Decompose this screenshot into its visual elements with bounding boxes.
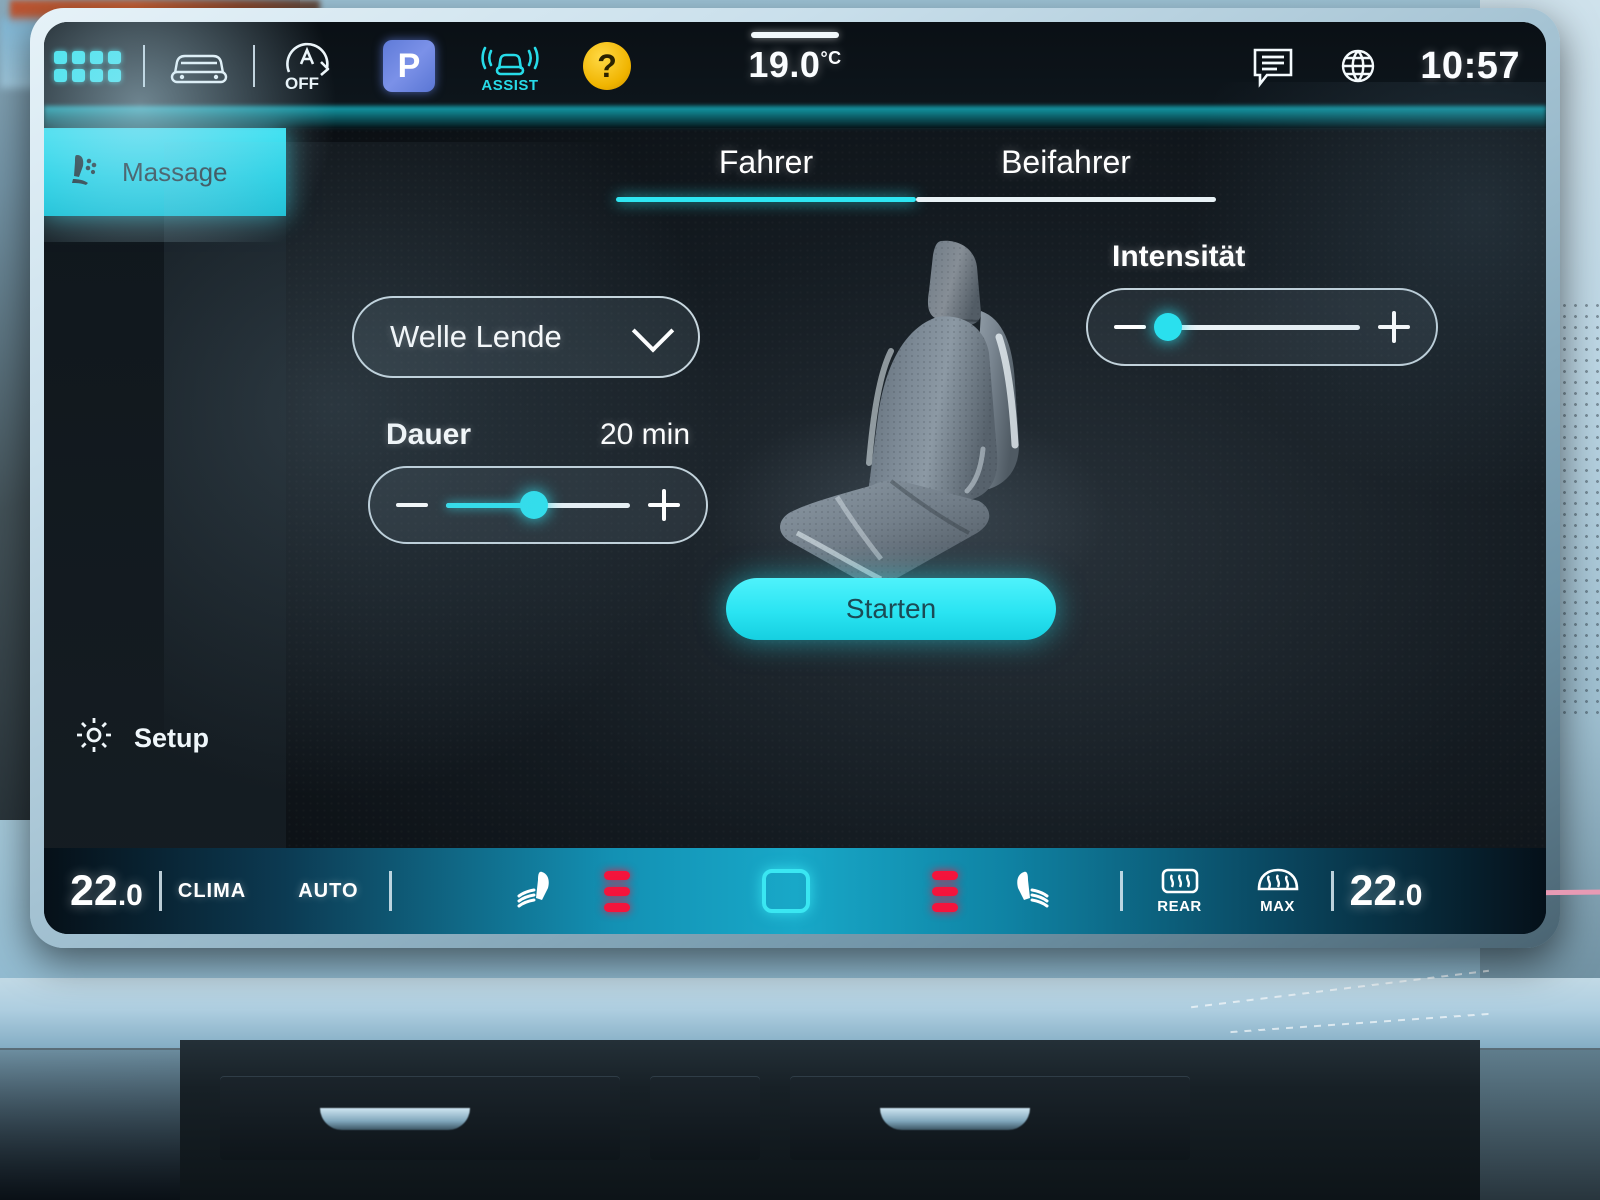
driver-seat-heat-level[interactable] — [603, 870, 630, 912]
sidebar-item-massage[interactable]: Massage — [44, 128, 286, 216]
intensity-slider-group: Intensität — [1086, 240, 1438, 366]
intensity-thumb[interactable] — [1153, 313, 1182, 341]
massage-settings-panel: Fahrer Beifahrer Welle Lende Dauer 20 mi… — [286, 128, 1546, 848]
minus-icon[interactable] — [396, 503, 428, 507]
massage-program-value: Welle Lende — [390, 319, 562, 354]
massage-program-dropdown[interactable]: Welle Lende — [352, 296, 700, 378]
vent-slot — [650, 1076, 760, 1160]
infotainment-screen-bezel: OFF P ASSIST ? 19.0°C 10:57 Massage Setu… — [30, 8, 1560, 948]
stitching — [1230, 1012, 1490, 1034]
start-button[interactable]: Starten — [726, 578, 1056, 640]
plus-icon[interactable] — [648, 489, 680, 521]
intensity-slider[interactable] — [1086, 288, 1438, 366]
tab-fahrer[interactable]: Fahrer — [616, 144, 916, 197]
driver-seat-3d-render — [711, 233, 1111, 623]
vent-chrome-trim — [320, 1108, 470, 1130]
passenger-temperature[interactable]: 22.0 — [1350, 867, 1423, 916]
glass-reflection-strip — [44, 106, 1546, 128]
seat-selector-tabs: Fahrer Beifahrer — [286, 144, 1546, 202]
sidebar: Massage Setup — [44, 128, 286, 848]
duration-slider[interactable] — [368, 466, 708, 544]
clima-button[interactable]: CLIMA — [178, 880, 246, 903]
duration-slider-group: Dauer 20 min — [368, 418, 708, 544]
climate-bar: 22.0 CLIMA AUTO REAR MAX 22.0 — [44, 848, 1546, 934]
seat-heat-icon-left[interactable] — [512, 866, 558, 917]
globe-icon[interactable] — [1338, 46, 1378, 86]
duration-value: 20 min — [599, 418, 690, 451]
max-defrost-label: MAX — [1260, 898, 1295, 915]
outside-temperature: 19.0°C — [748, 44, 842, 85]
sidebar-item-label: Setup — [134, 722, 210, 753]
seat-massage-icon — [70, 150, 104, 195]
intensity-label: Intensität — [1112, 240, 1246, 273]
divider — [1330, 871, 1334, 911]
screen-handle-indicator — [751, 32, 839, 38]
passenger-seat-heat-level[interactable] — [931, 870, 958, 912]
divider — [158, 871, 162, 911]
intensity-rail[interactable] — [1153, 313, 1360, 341]
tab-indicator-fahrer — [616, 197, 916, 202]
minus-icon[interactable] — [1114, 325, 1146, 329]
rear-defrost-button[interactable]: REAR — [1157, 867, 1203, 915]
divider — [388, 871, 392, 911]
driver-temperature[interactable]: 22.0 — [70, 867, 143, 916]
stitching — [1190, 969, 1490, 1009]
message-icon[interactable] — [1250, 44, 1296, 88]
climate-screen-toggle[interactable] — [761, 869, 810, 913]
sidebar-item-setup[interactable]: Setup — [44, 694, 286, 782]
duration-label: Dauer — [386, 418, 472, 451]
center-air-vents — [180, 1040, 1480, 1200]
plus-icon[interactable] — [1378, 311, 1410, 343]
sidebar-item-label: Massage — [122, 156, 228, 187]
auto-button[interactable]: AUTO — [298, 880, 358, 903]
clock: 10:57 — [1420, 44, 1520, 87]
chevron-down-icon — [631, 310, 675, 353]
divider — [1119, 871, 1123, 911]
infotainment-screen: OFF P ASSIST ? 19.0°C 10:57 Massage Setu… — [44, 22, 1546, 934]
rear-defrost-label: REAR — [1157, 898, 1202, 915]
duration-rail[interactable] — [446, 491, 630, 519]
tab-beifahrer[interactable]: Beifahrer — [916, 144, 1216, 197]
max-defrost-button[interactable]: MAX — [1253, 867, 1303, 915]
seat-heat-icon-right[interactable] — [1010, 866, 1056, 917]
status-bar: OFF P ASSIST ? 19.0°C 10:57 — [44, 22, 1546, 110]
gear-icon — [74, 715, 114, 762]
tab-indicator-beifahrer — [916, 197, 1216, 202]
duration-thumb[interactable] — [520, 491, 549, 519]
vent-chrome-trim — [880, 1108, 1030, 1130]
